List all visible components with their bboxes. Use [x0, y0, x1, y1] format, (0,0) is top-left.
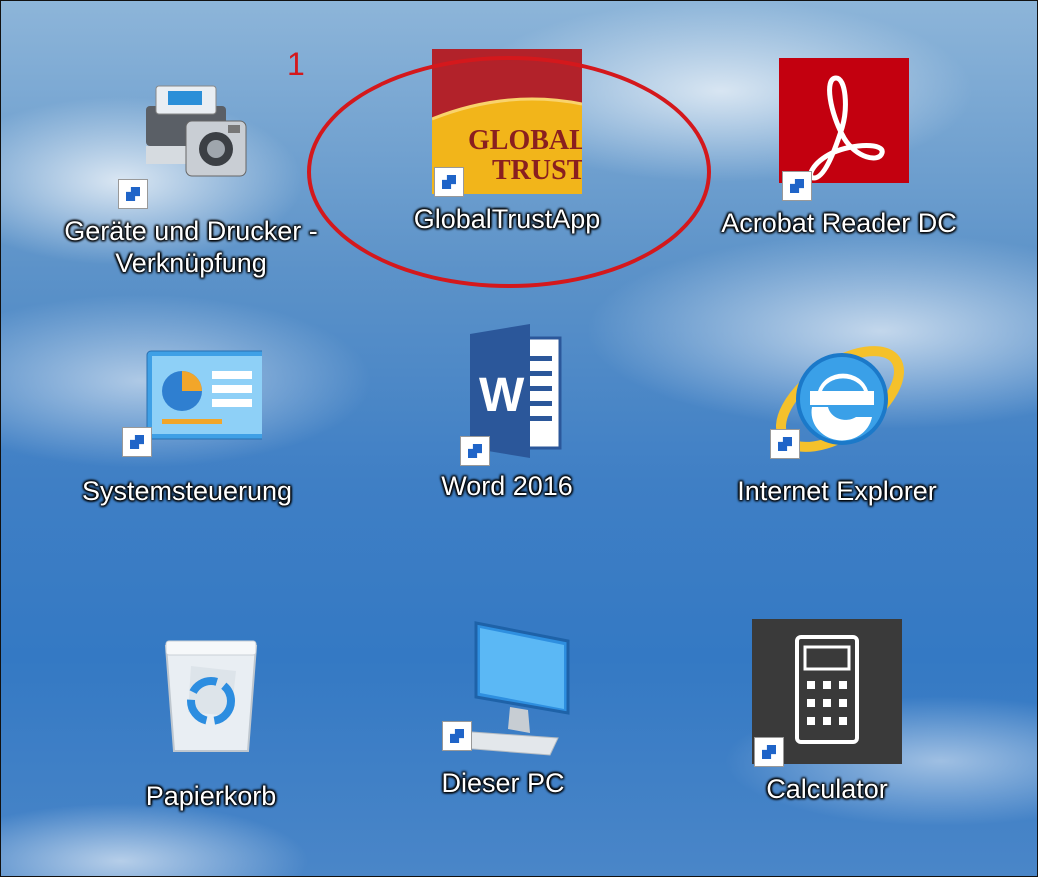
shortcut-arrow-icon [118, 179, 148, 209]
calculator-icon [752, 619, 902, 769]
desktop-icon-papierkorb[interactable]: Papierkorb [61, 626, 361, 812]
annotation-number: 1 [287, 46, 305, 82]
acrobat-reader-icon [764, 53, 914, 203]
desktop-icon-systemsteuerung[interactable]: Systemsteuerung [37, 321, 337, 507]
annotation-circle [307, 56, 711, 288]
word-icon: W [432, 316, 582, 466]
icon-label: Internet Explorer [737, 476, 937, 506]
printer-camera-icon [116, 61, 266, 211]
desktop-icon-acrobat-reader[interactable]: Acrobat Reader DC [689, 53, 989, 239]
recycle-bin-icon [136, 626, 286, 776]
desktop-icon-internet-explorer[interactable]: Internet Explorer [687, 321, 987, 507]
icon-label: Systemsteuerung [81, 476, 293, 506]
shortcut-arrow-icon [460, 436, 490, 466]
control-panel-icon [112, 321, 268, 471]
icon-label: Word 2016 [441, 471, 573, 501]
word-glyph: W [479, 369, 525, 422]
internet-explorer-icon [762, 321, 912, 471]
icon-label: Geräte und Drucker - Verknüpfung [64, 216, 318, 279]
icon-label: Calculator [766, 774, 888, 804]
shortcut-arrow-icon [770, 429, 800, 459]
desktop-icon-word-2016[interactable]: W Word 2016 [357, 316, 657, 502]
desktop-icon-dieser-pc[interactable]: Dieser PC [353, 613, 653, 799]
icon-label: Dieser PC [441, 768, 565, 798]
icon-label: Acrobat Reader DC [721, 208, 957, 238]
monitor-icon [428, 613, 578, 763]
desktop-icon-devices-printers[interactable]: Geräte und Drucker - Verknüpfung [41, 61, 341, 280]
icon-label: Papierkorb [145, 781, 277, 811]
shortcut-arrow-icon [782, 171, 812, 201]
shortcut-arrow-icon [122, 427, 152, 457]
desktop-icon-calculator[interactable]: Calculator [677, 619, 977, 805]
shortcut-arrow-icon [442, 721, 472, 751]
desktop: Geräte und Drucker - Verknüpfung GLOBAL … [0, 0, 1038, 877]
shortcut-arrow-icon [754, 737, 784, 767]
